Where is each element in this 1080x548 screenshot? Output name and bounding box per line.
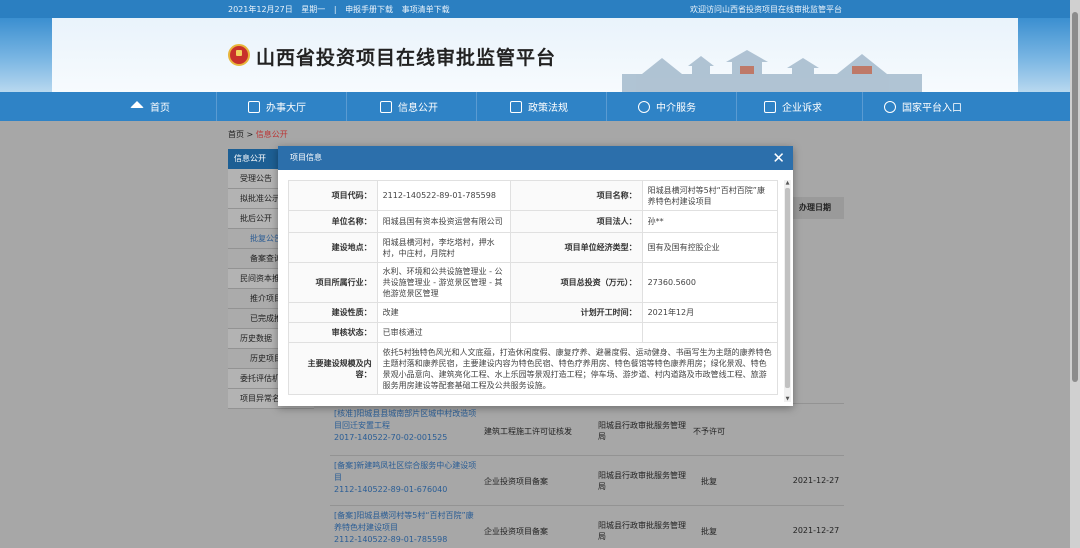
project-link[interactable]: [核准]阳城县县城南部片区城中村改造项目回迁安置工程 2017-140522-70… <box>334 408 480 444</box>
nav-info-disclosure[interactable]: 信息公开 <box>380 92 438 121</box>
dept-cell: 阳城县行政审批服务管理局 <box>598 471 686 491</box>
result-cell: 批复 <box>701 477 717 486</box>
nav-label: 办事大厅 <box>266 103 306 114</box>
national-emblem-icon <box>228 44 250 66</box>
dialog-header: 项目信息 ✕ <box>278 146 793 170</box>
date-text: 2021年12月27日 <box>228 5 293 14</box>
project-info-dialog: 项目信息 ✕ 项目代码： 2112-140522-89-01-785598 项目… <box>278 146 793 406</box>
nav-label: 企业诉求 <box>782 103 822 114</box>
nav-label: 政策法规 <box>528 103 568 114</box>
plus-circle-icon <box>884 100 896 113</box>
layers-icon <box>510 100 522 113</box>
nav-label: 首页 <box>150 103 170 114</box>
project-info-table: 项目代码： 2112-140522-89-01-785598 项目名称： 阳城县… <box>288 180 779 395</box>
field-label: 项目单位经济类型： <box>509 232 643 263</box>
project-link[interactable]: [备案]阳城县横河村等5村“百村百院”康养特色村建设项目 2112-140522-… <box>334 510 480 546</box>
breadcrumb: 首页 > 信息公开 <box>228 129 288 140</box>
table-row: [备案]新建鸣凤社区综合服务中心建设项目 2112-140522-89-01-67… <box>330 455 844 505</box>
field-value: 阳城县横河村等5村“百村百院”康养特色村建设项目 <box>641 180 779 211</box>
field-value: 阳城县国有资本投资运营有限公司 <box>376 210 511 233</box>
dept-cell: 阳城县行政审批服务管理局 <box>598 521 686 541</box>
field-value: 孙** <box>641 210 779 233</box>
field-label: 单位名称： <box>288 210 378 233</box>
date-cell: 2021-12-27 <box>792 476 840 485</box>
field-label: 项目法人： <box>509 210 643 233</box>
breadcrumb-home[interactable]: 首页 <box>228 130 244 139</box>
field-label: 建设性质： <box>288 302 378 323</box>
field-value: 27360.5600 <box>641 262 779 303</box>
dialog-title: 项目信息 <box>290 153 322 162</box>
field-label: 项目名称： <box>509 180 643 211</box>
dialog-scrollbar[interactable]: ▲ ▼ <box>784 180 791 402</box>
nav-service-hall[interactable]: 办事大厅 <box>248 92 306 121</box>
top-info-bar: 2021年12月27日 星期一 | 申报手册下载 事项清单下载 欢迎访问山西省投… <box>0 0 1070 18</box>
field-value: 依托5村独特色风光和人文底蕴，打造休闲度假、康复疗养、避暑度假、运动健身、书画写… <box>376 342 779 395</box>
field-label: 项目代码： <box>288 180 378 211</box>
document-icon <box>380 100 392 113</box>
page-scrollbar[interactable] <box>1070 0 1080 548</box>
matter-cell: 企业投资项目备案 <box>484 477 548 486</box>
welcome-text: 欢迎访问山西省投资项目在线审批监管平台 <box>690 5 842 14</box>
weekday-text: 星期一 <box>301 5 326 14</box>
dept-cell: 阳城县行政审批服务管理局 <box>598 421 686 441</box>
field-label: 建设地点： <box>288 232 378 263</box>
nav-label: 中介服务 <box>656 103 696 114</box>
nav-policy[interactable]: 政策法规 <box>510 92 568 121</box>
breadcrumb-current: 信息公开 <box>255 130 288 139</box>
field-value: 已审核通过 <box>376 322 511 343</box>
manual-download-link[interactable]: 申报手册下载 <box>345 5 393 14</box>
project-link[interactable]: [备案]新建鸣凤社区综合服务中心建设项目 2112-140522-89-01-67… <box>334 460 480 496</box>
compass-icon <box>638 100 650 113</box>
nav-national-platform[interactable]: 国家平台入口 <box>884 92 962 121</box>
field-value: 水利、环境和公共设施管理业 - 公共设施管理业 - 游览景区管理 - 其他游览景… <box>376 262 511 303</box>
pen-icon <box>248 100 260 113</box>
result-cell: 不予许可 <box>693 427 725 436</box>
list-download-link[interactable]: 事项清单下载 <box>402 5 450 14</box>
field-value: 2021年12月 <box>641 302 779 323</box>
nav-home[interactable]: 首页 <box>130 92 170 121</box>
breadcrumb-arrow: > <box>246 130 254 139</box>
matter-cell: 建筑工程施工许可证核发 <box>484 427 572 436</box>
site-title: 山西省投资项目在线审批监管平台 <box>256 47 557 69</box>
field-label: 计划开工时间： <box>509 302 643 323</box>
separator: | <box>333 5 337 14</box>
scroll-down-icon[interactable]: ▼ <box>784 396 791 402</box>
nav-agency-service[interactable]: 中介服务 <box>638 92 696 121</box>
close-icon[interactable]: ✕ <box>772 149 785 167</box>
city-skyline-illustration <box>622 50 922 92</box>
table-row: [核准]阳城县县城南部片区城中村改造项目回迁安置工程 2017-140522-70… <box>330 403 844 455</box>
field-value: 2112-140522-89-01-785598 <box>376 180 511 211</box>
field-label: 项目所属行业： <box>288 262 378 303</box>
site-banner: 山西省投资项目在线审批监管平台 <box>0 18 1070 92</box>
matter-cell: 企业投资项目备案 <box>484 527 548 536</box>
date-cell: 2021-12-27 <box>792 526 840 535</box>
scroll-up-icon[interactable]: ▲ <box>784 180 791 186</box>
dialog-body: 项目代码： 2112-140522-89-01-785598 项目名称： 阳城县… <box>288 180 792 402</box>
nav-enterprise-appeal[interactable]: 企业诉求 <box>764 92 822 121</box>
table-row: [备案]阳城县横河村等5村“百村百院”康养特色村建设项目 2112-140522-… <box>330 505 844 548</box>
nav-label: 信息公开 <box>398 103 438 114</box>
field-value: 国有及国有控股企业 <box>641 232 779 263</box>
main-nav: 首页 办事大厅 信息公开 政策法规 中介服务 企业诉求 国家平台入口 <box>0 92 1070 121</box>
field-value: 阳城县横河村，李圪塔村，押水村，中庄村，月院村 <box>376 232 511 263</box>
column-header-date: 办理日期 <box>786 197 844 219</box>
result-cell: 批复 <box>701 527 717 536</box>
edit-icon <box>764 100 776 113</box>
field-value: 改建 <box>376 302 511 323</box>
field-label: 审核状态： <box>288 322 378 343</box>
field-label: 主要建设规模及内容： <box>288 342 378 395</box>
field-label: 项目总投资（万元）： <box>509 262 643 303</box>
nav-label: 国家平台入口 <box>902 103 962 114</box>
home-icon <box>130 101 144 108</box>
